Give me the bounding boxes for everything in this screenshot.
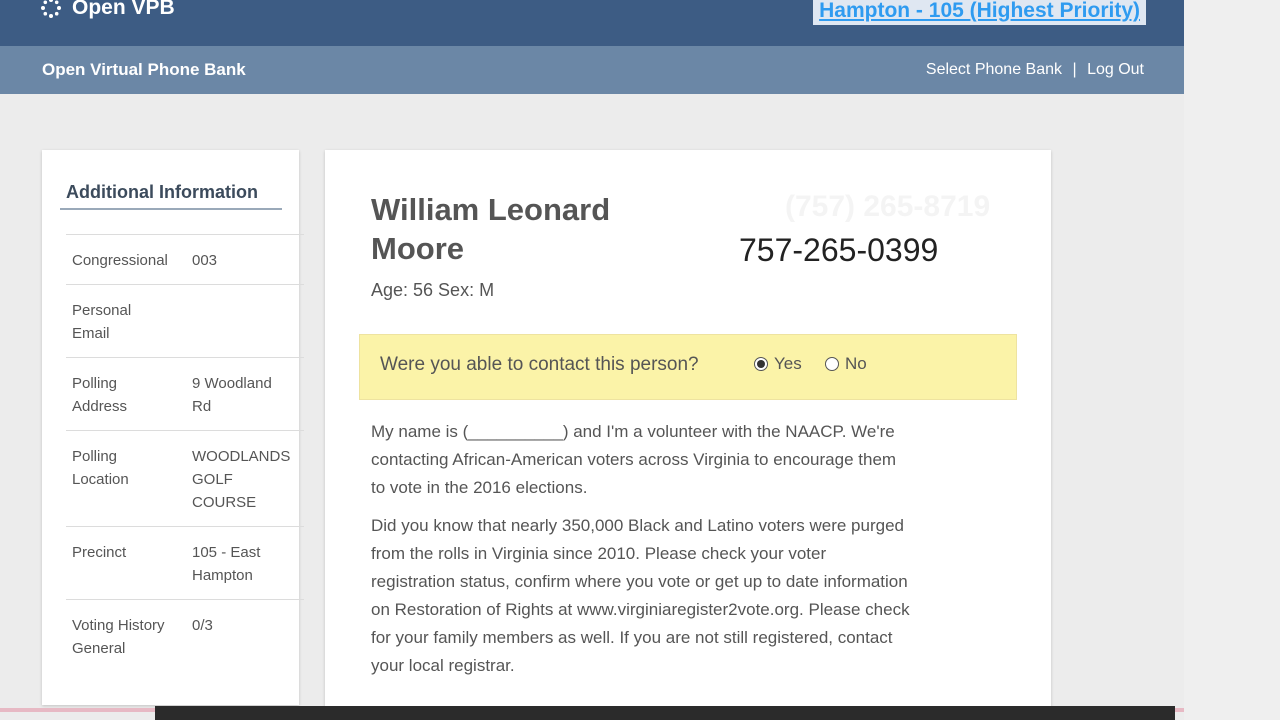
additional-info-card: Additional Information Congressional 003… xyxy=(42,150,304,705)
info-row-precinct: Precinct 105 - East Hampton xyxy=(66,526,304,599)
top-navbar: Open VPB Hampton - 105 (Highest Priority… xyxy=(0,0,1184,46)
select-phone-bank-link[interactable]: Select Phone Bank xyxy=(926,61,1062,78)
info-key: Polling Address xyxy=(72,375,128,415)
person-demographics: Age: 56 Sex: M xyxy=(371,280,495,300)
app-window: Open VPB Hampton - 105 (Highest Priority… xyxy=(0,0,1184,720)
info-row-polling-address: Polling Address 9 Woodland Rd xyxy=(66,357,304,430)
info-value: 003 xyxy=(192,252,218,269)
call-script: My name is (__________) and I'm a volunt… xyxy=(371,418,911,690)
phone-faded: (757) 265-8719 xyxy=(785,190,991,223)
phone-number[interactable]: 757-265-0399 xyxy=(739,232,938,269)
brand[interactable]: Open VPB xyxy=(40,0,175,20)
contact-question-box: Were you able to contact this person? Ye… xyxy=(359,334,1017,400)
info-value: 9 Woodland Rd xyxy=(192,375,272,415)
contact-yes-radio[interactable]: Yes xyxy=(754,354,802,374)
sub-navbar: Open Virtual Phone Bank Select Phone Ban… xyxy=(0,46,1184,94)
app-title: Open Virtual Phone Bank xyxy=(42,60,246,79)
info-value: 105 - East Hampton xyxy=(192,544,261,584)
info-row-voting-history: Voting History General 0/3 xyxy=(66,599,304,672)
brand-name: Open VPB xyxy=(72,0,175,19)
radio-selected-icon[interactable] xyxy=(754,357,768,371)
info-list: Congressional 003 Personal Email Polling… xyxy=(66,234,304,672)
contact-question: Were you able to contact this person? xyxy=(380,354,699,375)
nav-separator: | xyxy=(1072,61,1077,78)
info-value: 0/3 xyxy=(192,617,213,634)
campaign-link[interactable]: Hampton - 105 (Highest Priority) xyxy=(813,0,1146,25)
info-row-polling-location: Polling Location WOODLANDS GOLF COURSE xyxy=(66,430,304,526)
info-row-congressional: Congressional 003 xyxy=(66,234,304,284)
horizontal-scrollbar[interactable] xyxy=(155,706,1175,720)
top-nav: Select Phone Bank | Log Out xyxy=(926,61,1144,79)
script-paragraph-intro: My name is (__________) and I'm a volunt… xyxy=(371,422,897,497)
info-key: Polling Location xyxy=(72,448,129,488)
info-value xyxy=(162,299,272,345)
log-out-link[interactable]: Log Out xyxy=(1087,61,1144,78)
info-key: Precinct xyxy=(72,544,127,561)
radio-label-yes: Yes xyxy=(774,354,802,373)
person-name: William Leonard Moore xyxy=(371,192,611,266)
radio-unselected-icon[interactable] xyxy=(825,357,839,371)
info-key: Personal Email xyxy=(72,302,132,342)
right-gutter xyxy=(1184,0,1280,720)
info-row-personal-email: Personal Email xyxy=(66,284,304,357)
additional-info-heading: Additional Information xyxy=(60,180,282,210)
script-paragraph-info: Did you know that nearly 350,000 Black a… xyxy=(371,516,910,675)
info-key: Congressional xyxy=(72,252,168,269)
radio-label-no: No xyxy=(845,354,867,373)
contact-card: William Leonard Moore Age: 56 Sex: M (75… xyxy=(325,150,1051,720)
logo-icon xyxy=(41,0,61,18)
contact-no-radio[interactable]: No xyxy=(825,354,867,374)
info-value: WOODLANDS GOLF COURSE xyxy=(192,448,291,511)
info-key: Voting History General xyxy=(72,617,165,657)
